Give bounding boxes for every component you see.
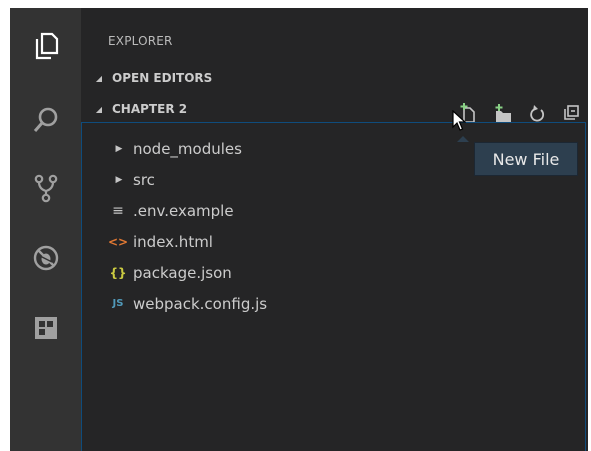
lines-file-icon: ≡ [112,202,124,219]
collapse-all-button[interactable] [562,103,580,123]
debug-activity-button[interactable] [10,228,81,288]
tree-item-label: .env.example [133,201,234,220]
tree-item-label: webpack.config.js [133,294,268,313]
refresh-icon [530,105,545,122]
explorer-toolbar [460,103,580,123]
json-file-icon: {} [109,265,127,280]
source-control-activity-button[interactable] [10,158,81,218]
tree-item-env-example[interactable]: ≡ .env.example [82,195,587,226]
explorer-activity-button[interactable] [10,16,81,76]
debug-icon [33,245,58,271]
tooltip-arrow [457,136,469,142]
search-activity-button[interactable] [10,90,81,150]
tree-item-label: src [133,170,155,189]
expanded-triangle-icon: ◢ [95,104,103,114]
source-control-icon [34,174,57,203]
tree-item-label: package.json [133,263,232,282]
html-file-icon: <> [108,234,129,249]
vscode-window: EXPLORER ◢ OPEN EDITORS ◢ CHAPTER 2 ▶ no… [10,8,588,451]
section-label: CHAPTER 2 [112,102,188,116]
tree-item-label: node_modules [133,139,242,158]
tree-item-label: index.html [133,232,213,251]
activity-bar [10,8,81,451]
expanded-triangle-icon: ◢ [95,73,103,83]
tree-item-package-json[interactable]: {} package.json [82,257,587,288]
new-file-tooltip: New File [474,142,578,176]
folder-chevron-icon: ▶ [115,143,123,154]
folder-chevron-icon: ▶ [115,174,123,185]
refresh-button[interactable] [528,103,546,123]
js-file-icon: JS [112,298,124,309]
extensions-activity-button[interactable] [10,298,81,358]
mouse-cursor-icon [452,110,466,131]
extensions-icon [34,317,57,339]
search-icon [33,107,57,132]
explorer-sidebar: EXPLORER ◢ OPEN EDITORS ◢ CHAPTER 2 ▶ no… [81,8,588,451]
files-icon [35,32,58,60]
new-folder-icon [495,104,511,122]
section-label: OPEN EDITORS [112,71,213,85]
tree-item-index-html[interactable]: <> index.html [82,226,587,257]
open-editors-section-header[interactable]: ◢ OPEN EDITORS [81,66,588,90]
tree-item-webpack-config[interactable]: JS webpack.config.js [82,288,587,319]
collapse-all-icon [564,105,579,120]
explorer-title: EXPLORER [108,34,173,48]
new-folder-button[interactable] [494,103,512,123]
